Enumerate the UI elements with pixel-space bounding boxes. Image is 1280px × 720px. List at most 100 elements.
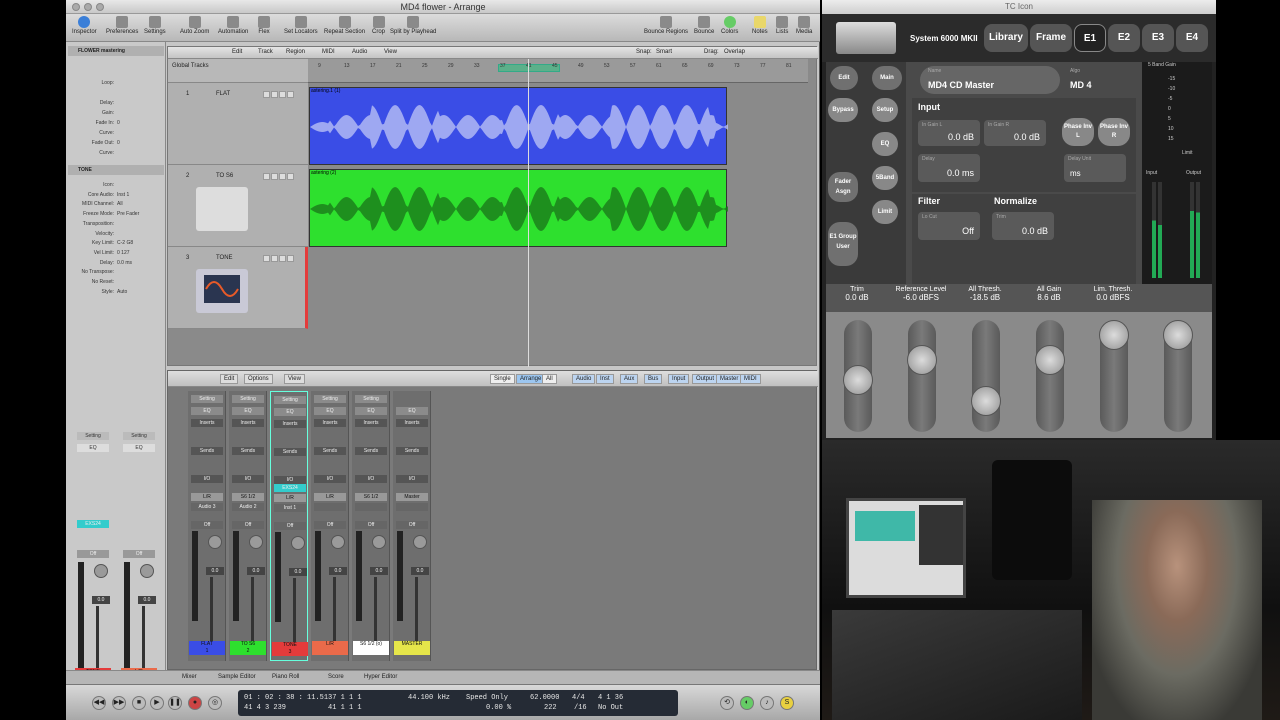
inspector-region-param[interactable]: Curve: [68, 150, 164, 156]
tab-hyper-editor[interactable]: Hyper Editor [364, 674, 397, 680]
set-locators-button[interactable]: Set Locators [284, 16, 318, 35]
tc-fader-2[interactable] [971, 320, 1001, 432]
minimize-button[interactable] [84, 3, 92, 11]
tc-fader-5[interactable] [1163, 320, 1193, 432]
sends-slot[interactable]: Sends [355, 447, 387, 455]
tab-e2[interactable]: E2 [1108, 24, 1140, 52]
inserts-slot[interactable]: Inserts [355, 419, 387, 427]
forward-button[interactable]: ▶▶ [112, 696, 126, 710]
mixer-filter-tab[interactable]: Audio [572, 374, 596, 384]
fader-cap[interactable] [971, 386, 1001, 416]
pan-knob[interactable] [140, 564, 154, 578]
eq-button[interactable]: EQ [123, 444, 155, 452]
arrange-menu-track[interactable]: Track [258, 49, 273, 55]
tab-library[interactable]: Library [984, 24, 1028, 52]
automation-mode-button[interactable]: Off [355, 521, 387, 529]
fader-cap[interactable] [843, 365, 873, 395]
pan-knob[interactable] [372, 535, 386, 549]
inserts-slot[interactable]: Inserts [314, 419, 346, 427]
mixer-menu-view[interactable]: View [284, 374, 305, 384]
volume-fader[interactable] [210, 577, 213, 647]
pause-button[interactable]: ❚❚ [168, 696, 182, 710]
main-pill[interactable]: Main [872, 66, 902, 90]
region-params-header[interactable]: FLOWER mastering [68, 46, 164, 56]
inspector-track-param[interactable]: MIDI Channel: All [68, 201, 164, 207]
fader-assign-pill[interactable]: Fader Asgn [828, 172, 858, 202]
eq-button[interactable]: EQ [77, 444, 109, 452]
input-slot[interactable]: L/R [191, 493, 223, 501]
input-slot[interactable]: S6 1/2 [355, 493, 387, 501]
transport-lcd[interactable]: 01 : 02 : 38 : 11.51 41 4 3 239 37 1 1 1… [238, 690, 678, 716]
output-slot[interactable] [355, 503, 387, 511]
track-buttons[interactable] [263, 254, 303, 262]
in-gain-l-field[interactable]: In Gain L 0.0 dB [918, 120, 980, 146]
output-slot[interactable]: Audio 3 [191, 503, 223, 511]
inserts-slot[interactable]: Inserts [274, 420, 306, 428]
input-slot[interactable]: L/R [274, 494, 306, 502]
snap-select[interactable]: Smart [656, 49, 672, 55]
eq-button[interactable]: EQ [314, 407, 346, 415]
inspector-track-param[interactable]: Delay: 0.0 ms [68, 260, 164, 266]
setting-button[interactable]: Setting [355, 395, 387, 403]
tab-mixer[interactable]: Mixer [182, 674, 197, 680]
split-by-playhead-button[interactable]: Split by Playhead [390, 16, 436, 35]
volume-fader[interactable] [96, 606, 99, 676]
inspector-region-param[interactable]: Delay: [68, 100, 164, 106]
tab-frame[interactable]: Frame [1030, 24, 1072, 52]
mixer-view-tab[interactable]: Arrange [516, 374, 546, 384]
pan-knob[interactable] [249, 535, 263, 549]
sends-slot[interactable]: Sends [314, 447, 346, 455]
inspector-channel-strip[interactable]: SettingEQEXS24Off0.0TONE [74, 428, 112, 678]
metronome-button[interactable]: ♪ [760, 696, 774, 710]
channel-strip[interactable]: EQ Inserts Sends I/O Master Off 0.0 MASTER [393, 391, 431, 661]
arrange-menu-view[interactable]: View [384, 49, 397, 55]
mixer-filter-tab[interactable]: Bus [644, 374, 663, 384]
zoom-button[interactable] [96, 3, 104, 11]
instrument-slot[interactable]: EXS24 [274, 484, 306, 492]
eq-button[interactable]: EQ [274, 408, 306, 416]
tab-e4[interactable]: E4 [1176, 24, 1208, 52]
setup-pill[interactable]: Setup [872, 98, 898, 122]
bounce-button[interactable]: Bounce [694, 16, 714, 35]
tab-e1[interactable]: E1 [1074, 24, 1106, 52]
automation-mode-button[interactable]: Off [123, 550, 155, 558]
track-buttons[interactable] [263, 90, 303, 98]
global-tracks-header[interactable]: Global Tracks [168, 59, 308, 83]
tc-fader-3[interactable] [1035, 320, 1065, 432]
flex-button[interactable]: Flex [258, 16, 270, 35]
volume-fader[interactable] [142, 606, 145, 676]
inspector-region-param[interactable]: Fade Out: 0 [68, 140, 164, 146]
playhead[interactable] [528, 59, 529, 367]
crop-button[interactable]: Crop [372, 16, 385, 35]
setting-button[interactable]: Setting [123, 432, 155, 440]
inspector-track-param[interactable]: Key Limit: C-2 G8 [68, 240, 164, 246]
output-slot[interactable] [396, 503, 428, 511]
inspector-track-param[interactable]: No Reset: [68, 279, 164, 285]
bypass-pill[interactable]: Bypass [828, 98, 858, 122]
arrange-menu-audio[interactable]: Audio [352, 49, 367, 55]
input-slot[interactable]: S6 1/2 [232, 493, 264, 501]
track-buttons[interactable] [263, 172, 303, 180]
lists-button[interactable]: Lists [776, 16, 788, 35]
eq-button[interactable]: EQ [232, 407, 264, 415]
rewind-button[interactable]: ◀◀ [92, 696, 106, 710]
bar-ruler[interactable]: 9131721252933374145495357616569737781 [308, 59, 808, 83]
sends-slot[interactable]: Sends [191, 447, 223, 455]
eq-button[interactable]: EQ [355, 407, 387, 415]
setting-button[interactable]: Setting [77, 432, 109, 440]
audio-region[interactable]: astering (2) [309, 169, 728, 247]
sends-slot[interactable]: Sends [274, 448, 306, 456]
mixer-filter-tab[interactable]: Input [668, 374, 690, 384]
notes-button[interactable]: Notes [752, 16, 768, 35]
5band-pill[interactable]: 5Band [872, 166, 898, 190]
record-button[interactable]: ● [188, 696, 202, 710]
phase-inv-l-pill[interactable]: Phase Inv L [1062, 118, 1094, 146]
fader-cap[interactable] [1163, 320, 1193, 350]
automation-mode-button[interactable]: Off [77, 550, 109, 558]
sends-slot[interactable]: Sends [396, 447, 428, 455]
phase-inv-r-pill[interactable]: Phase Inv R [1098, 118, 1130, 146]
inserts-slot[interactable]: Inserts [396, 419, 428, 427]
settings-button[interactable]: Settings [144, 16, 166, 35]
channel-strip[interactable]: Setting EQ Inserts Sends I/O S6 1/2 Off 0.0 S6 1… [352, 391, 390, 661]
media-button[interactable]: Media [796, 16, 812, 35]
